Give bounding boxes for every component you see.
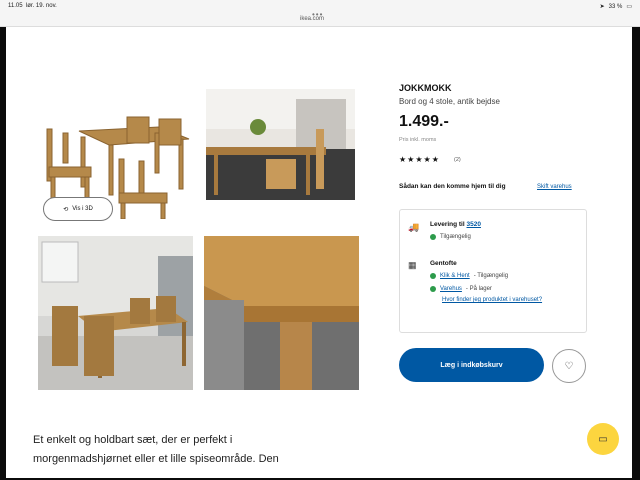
click-collect-status: Klik & Hent - Tilgængelig	[430, 273, 508, 279]
view-3d-button[interactable]: ⟲ Vis i 3D	[43, 197, 113, 221]
product-image-kitchen[interactable]	[206, 89, 355, 200]
delivery-zip-link[interactable]: 3520	[467, 221, 481, 228]
wifi-icon: ➤	[599, 4, 605, 10]
store-icon: ▦	[408, 260, 417, 270]
available-dot-icon	[430, 234, 436, 240]
where-find-link[interactable]: Hvor finder jeg produktet i varehuset?	[442, 295, 562, 305]
browser-url-bar[interactable]: ••• ikea.com	[0, 10, 640, 27]
rating-stars[interactable]: ★★★★★	[399, 155, 440, 164]
chat-button[interactable]: ▭	[587, 423, 619, 455]
status-time: 11.05 lør. 19. nov.	[8, 3, 57, 9]
chat-bubble-icon: ▭	[598, 433, 608, 445]
truck-icon: 🚚	[408, 222, 420, 232]
review-count[interactable]: (2)	[454, 157, 461, 163]
product-description: Bord og 4 stole, antik bejdse	[399, 97, 500, 106]
product-image-closeup[interactable]	[204, 236, 359, 390]
battery-icon: ▭	[626, 4, 632, 10]
in-store-link[interactable]: Varehus	[440, 286, 462, 292]
click-collect-link[interactable]: Klik & Hent	[440, 273, 470, 279]
view-3d-label: Vis i 3D	[72, 206, 93, 212]
delivery-heading: Sådan kan den komme hjem til dig	[399, 183, 506, 190]
product-long-description: Et enkelt og holdbart sæt, der er perfek…	[33, 434, 279, 465]
available-dot-icon	[430, 273, 436, 279]
tablet-frame: 11.05 lør. 19. nov. ➤ 33 % ▭ ••• ikea.co…	[0, 0, 640, 480]
product-image-room[interactable]	[38, 236, 193, 390]
delivery-status: Tilgængelig	[430, 234, 471, 240]
store-name: Gentofte	[430, 260, 457, 267]
product-page: ⟲ Vis i 3D JOKKMOKK Bord og 4 stole, ant…	[6, 27, 632, 478]
battery-percent: 33 %	[608, 3, 623, 10]
add-to-cart-button[interactable]: Læg i indkøbskurv	[399, 348, 544, 382]
switch-store-link[interactable]: Skift varehus	[537, 182, 577, 192]
product-price: 1.499.-	[399, 113, 449, 130]
product-name: JOKKMOKK	[399, 83, 452, 93]
3d-rotate-icon: ⟲	[63, 206, 69, 213]
delivery-title: Levering til 3520	[430, 221, 481, 228]
availability-box: 🚚 Levering til 3520 Tilgængelig ▦ Gentof…	[399, 209, 587, 333]
status-right: ➤ 33 % ▭	[599, 3, 632, 11]
url-text[interactable]: ikea.com	[300, 16, 324, 22]
available-dot-icon	[430, 286, 436, 292]
favorite-heart-button[interactable]: ♡	[552, 349, 586, 383]
in-store-status: Varehus - På lager	[430, 286, 492, 292]
price-note: Pris inkl. moms	[399, 137, 437, 143]
heart-icon: ♡	[564, 360, 574, 372]
